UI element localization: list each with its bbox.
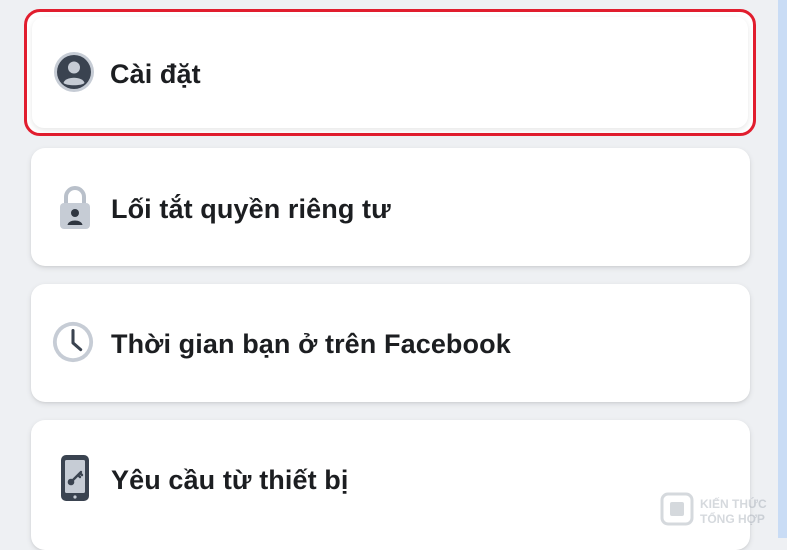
menu-item-time-on-facebook[interactable]: Thời gian bạn ở trên Facebook — [31, 284, 750, 402]
menu-item-settings[interactable]: Cài đặt — [24, 9, 756, 136]
clock-icon — [51, 320, 95, 364]
watermark-logo-icon — [660, 492, 694, 526]
menu-item-label: Lối tắt quyền riêng tư — [111, 194, 391, 224]
menu-item-label: Thời gian bạn ở trên Facebook — [111, 329, 511, 359]
menu-item-label: Cài đặt — [110, 59, 201, 89]
menu-item-privacy-shortcuts[interactable]: Lối tắt quyền riêng tư — [31, 148, 750, 266]
watermark-line1: KIẾN THỨC — [700, 497, 767, 511]
settings-menu-list: Cài đặt Lối tắt quyền riêng tư Thời gian… — [0, 0, 787, 550]
phone-key-icon — [53, 455, 97, 501]
profile-icon — [52, 50, 96, 94]
watermark-line2: TỔNG HỢP — [700, 512, 765, 526]
menu-item-device-requests[interactable]: Yêu cầu từ thiết bị — [31, 420, 750, 550]
watermark: KIẾN THỨC TỔNG HỢP — [658, 490, 787, 530]
lock-person-icon — [53, 185, 97, 229]
menu-item-label: Yêu cầu từ thiết bị — [111, 465, 349, 495]
